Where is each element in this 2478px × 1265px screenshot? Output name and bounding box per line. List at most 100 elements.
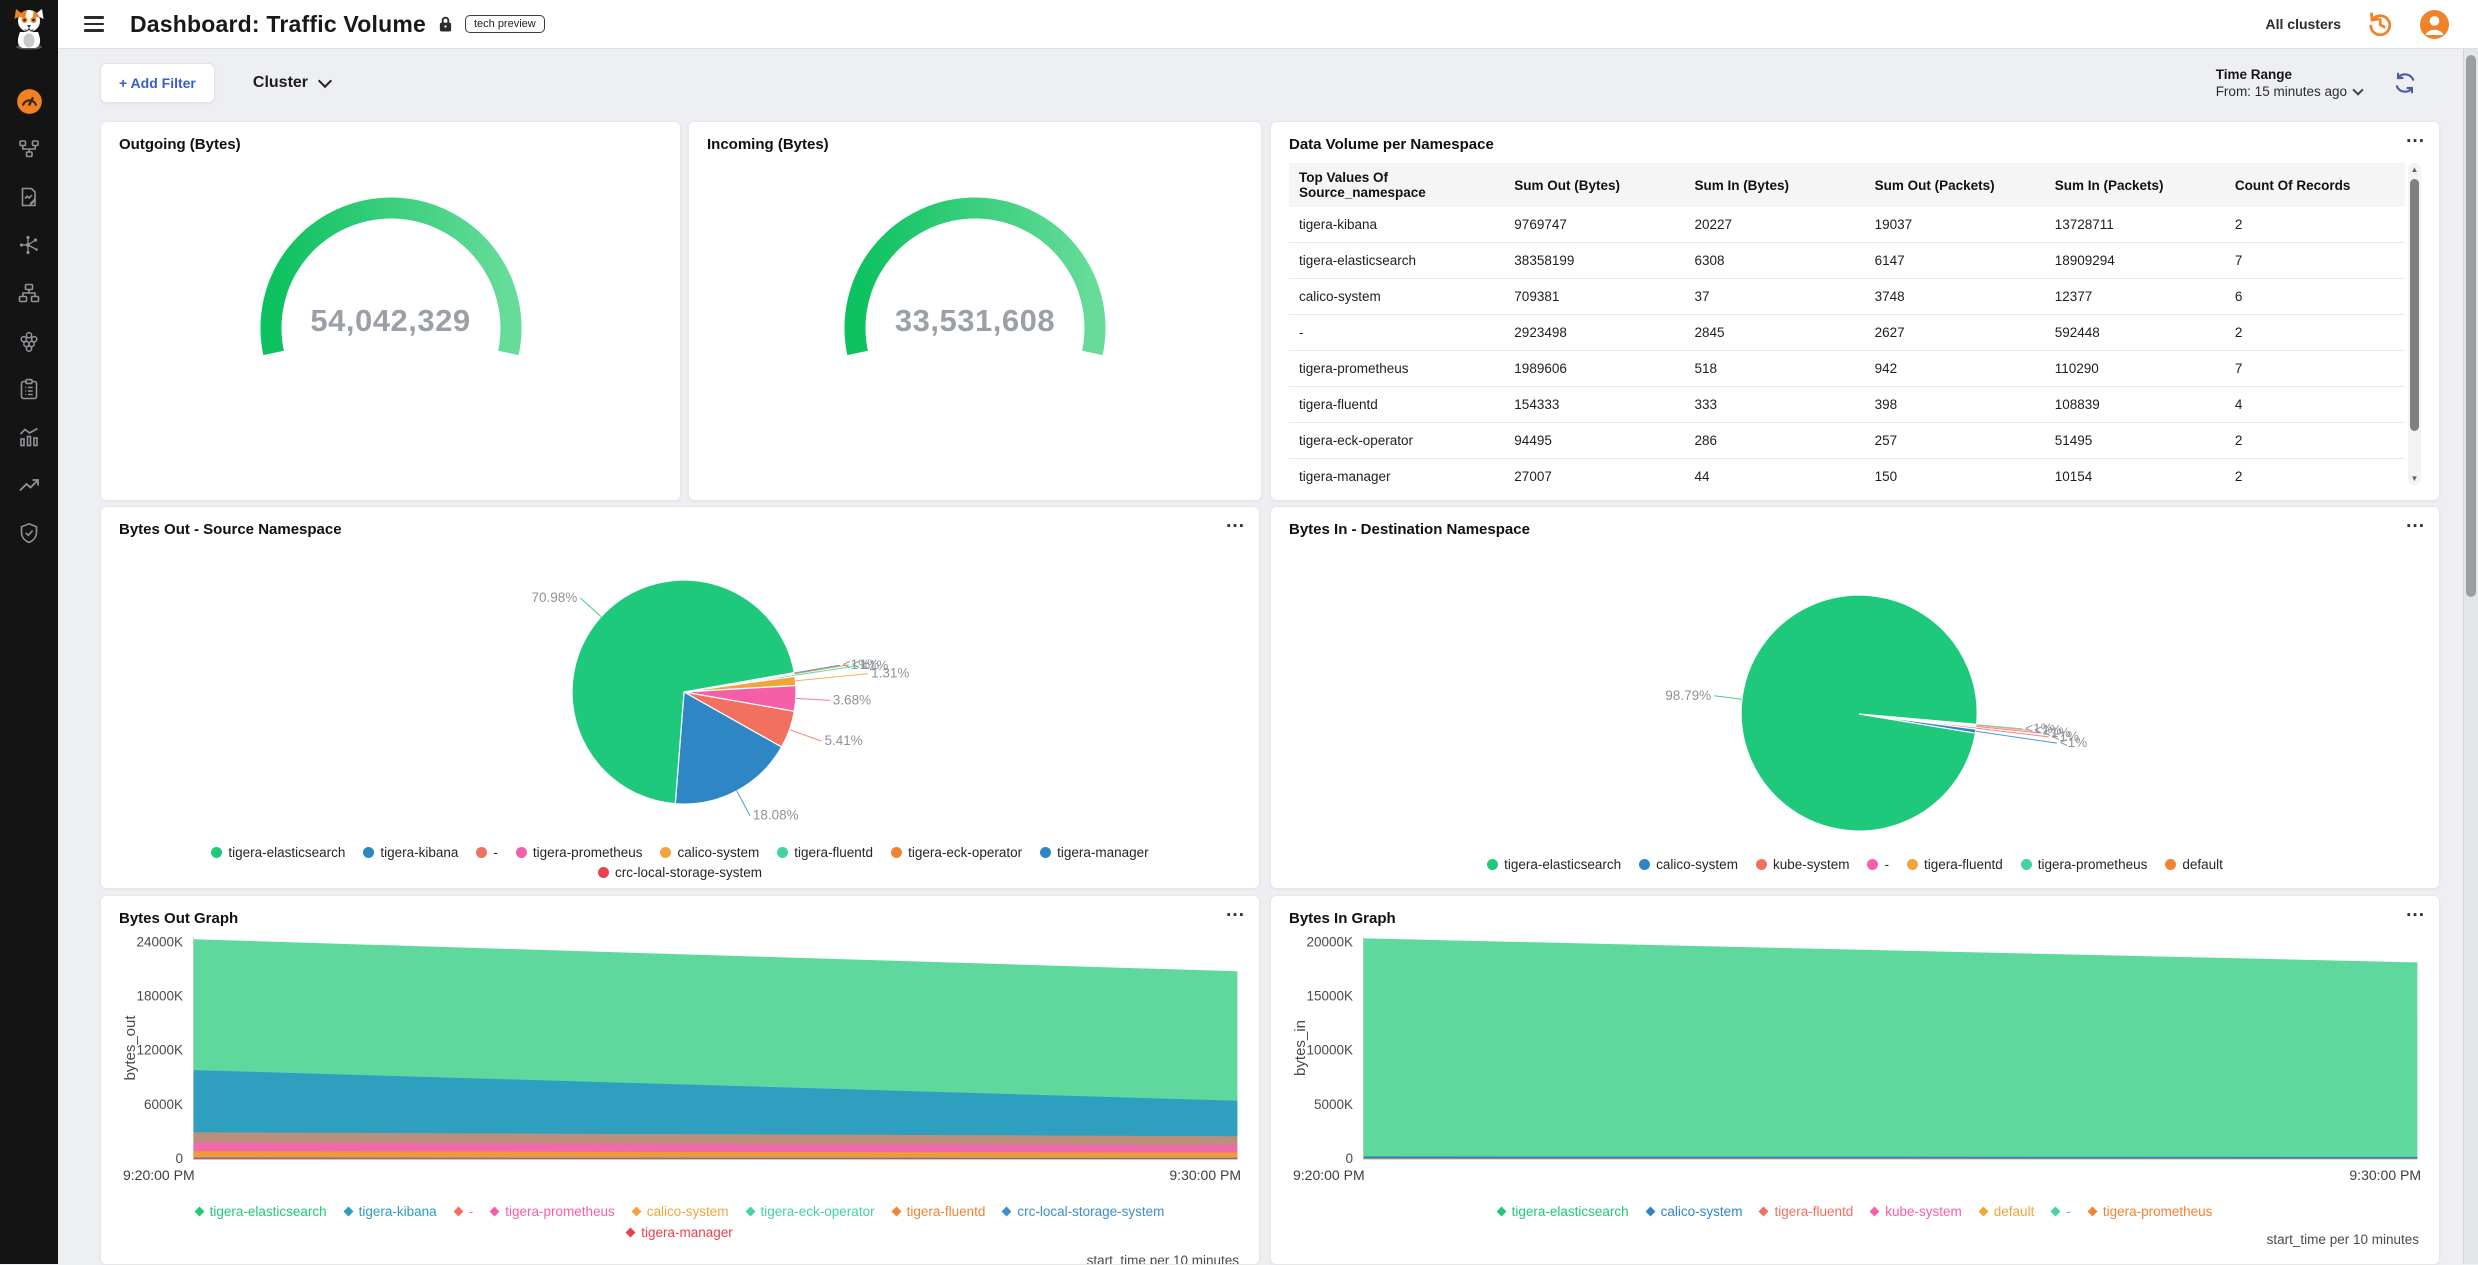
legend-item-calico-system[interactable]: calico-system xyxy=(1639,857,1738,872)
panel-menu-icon[interactable]: ... xyxy=(1226,900,1245,922)
sidebar-item-trend-arrow[interactable] xyxy=(0,461,58,509)
legend-item-tigera-prometheus[interactable]: tigera-prometheus xyxy=(491,1204,615,1219)
panel-menu-icon[interactable]: ... xyxy=(1226,511,1245,533)
sidebar-item-dashboard-gauge[interactable] xyxy=(0,77,58,125)
refresh-icon[interactable] xyxy=(2392,70,2418,96)
table-cell: 108839 xyxy=(2045,387,2225,423)
panel-title: Bytes Out Graph xyxy=(119,910,1241,927)
panel-title: Incoming (Bytes) xyxy=(707,136,1243,153)
legend-item-tigera-fluentd[interactable]: tigera-fluentd xyxy=(1907,857,2003,872)
sidebar-item-service-graph[interactable] xyxy=(0,221,58,269)
pie-slice-tigera-elasticsearch[interactable] xyxy=(1741,595,1977,831)
scroll-up-icon[interactable]: ▲ xyxy=(2408,165,2421,174)
cluster-filter-dropdown[interactable]: Cluster xyxy=(253,74,330,92)
legend-item-tigera-prometheus[interactable]: tigera-prometheus xyxy=(516,845,643,860)
pie-slice-label: 1.31% xyxy=(871,666,909,681)
legend-item-tigera-prometheus[interactable]: tigera-prometheus xyxy=(2021,857,2148,872)
sidebar-item-endpoints-cluster[interactable] xyxy=(0,317,58,365)
legend-item-crc-local-storage-system[interactable]: crc-local-storage-system xyxy=(598,865,762,880)
user-avatar[interactable] xyxy=(2419,9,2450,40)
calico-cat-logo[interactable] xyxy=(10,6,48,55)
cluster-scope-selector[interactable]: All clusters xyxy=(2266,16,2341,32)
legend-item-calico-system[interactable]: calico-system xyxy=(1647,1204,1743,1219)
table-cell: 51495 xyxy=(2045,423,2225,459)
top-header: Dashboard: Traffic Volume tech preview A… xyxy=(58,0,2478,49)
legend-label: - xyxy=(469,1204,474,1219)
table-scrollbar-thumb[interactable] xyxy=(2410,179,2419,431)
sidebar-item-network-hierarchy[interactable] xyxy=(0,269,58,317)
namespace-table: Top Values Of Source_namespaceSum Out (B… xyxy=(1289,163,2421,485)
app-root: Dashboard: Traffic Volume tech preview A… xyxy=(0,0,2478,1264)
incoming-gauge: 33,531,608 xyxy=(707,163,1243,373)
legend-item-crc-local-storage-system[interactable]: crc-local-storage-system xyxy=(1003,1204,1164,1219)
x-tick-label: 9:20:00 PM xyxy=(1293,1167,1365,1183)
panel-title: Data Volume per Namespace xyxy=(1289,136,2421,153)
table-cell: 592448 xyxy=(2045,315,2225,351)
table-row: tigera-fluentd1543333333981088394 xyxy=(1289,387,2405,423)
legend-item--[interactable]: - xyxy=(476,845,498,860)
legend-item-calico-system[interactable]: calico-system xyxy=(633,1204,729,1219)
table-cell: tigera-prometheus xyxy=(1289,351,1504,387)
legend-item-tigera-manager[interactable]: tigera-manager xyxy=(1040,845,1149,860)
sidebar-item-policies-document[interactable] xyxy=(0,173,58,221)
legend-item--[interactable]: - xyxy=(2052,1204,2071,1219)
sidebar-item-compliance-clipboard[interactable] xyxy=(0,365,58,413)
time-range-picker[interactable]: Time Range From: 15 minutes ago xyxy=(2216,67,2362,99)
panel-title: Bytes In - Destination Namespace xyxy=(1289,521,2421,538)
legend-item-kube-system[interactable]: kube-system xyxy=(1756,857,1850,872)
legend-item-calico-system[interactable]: calico-system xyxy=(660,845,759,860)
table-cell: 257 xyxy=(1865,423,2045,459)
legend-dot-icon xyxy=(516,847,527,858)
legend-item-tigera-fluentd[interactable]: tigera-fluentd xyxy=(777,845,873,860)
legend-label: tigera-fluentd xyxy=(1774,1204,1853,1219)
tech-preview-badge: tech preview xyxy=(465,15,545,33)
table-cell: 518 xyxy=(1684,351,1864,387)
legend-diamond-icon xyxy=(343,1207,353,1217)
scroll-down-icon[interactable]: ▼ xyxy=(2408,474,2421,483)
legend-item-tigera-elasticsearch[interactable]: tigera-elasticsearch xyxy=(211,845,345,860)
page-title: Dashboard: Traffic Volume xyxy=(130,11,426,38)
sidebar-item-network-topology[interactable] xyxy=(0,125,58,173)
history-icon[interactable] xyxy=(2365,9,2395,39)
legend-item-tigera-elasticsearch[interactable]: tigera-elasticsearch xyxy=(1487,857,1621,872)
legend-item--[interactable]: - xyxy=(455,1204,474,1219)
table-cell: 37 xyxy=(1684,279,1864,315)
legend-dot-icon xyxy=(476,847,487,858)
table-scrollbar: ▲ ▼ xyxy=(2408,163,2421,485)
legend-item-tigera-prometheus[interactable]: tigera-prometheus xyxy=(2089,1204,2213,1219)
legend-label: tigera-manager xyxy=(1057,845,1149,860)
table-cell: calico-system xyxy=(1289,279,1504,315)
add-filter-button[interactable]: + Add Filter xyxy=(100,63,215,103)
legend-item-tigera-fluentd[interactable]: tigera-fluentd xyxy=(1760,1204,1853,1219)
panel-bytes-in-graph: Bytes In Graph ... 05000K10000K15000K200… xyxy=(1270,895,2440,1265)
panel-menu-icon[interactable]: ... xyxy=(2406,900,2425,922)
legend-diamond-icon xyxy=(1870,1207,1880,1217)
legend-item-tigera-eck-operator[interactable]: tigera-eck-operator xyxy=(747,1204,875,1219)
table-cell: 38358199 xyxy=(1504,243,1684,279)
header-right: All clusters xyxy=(2266,9,2460,40)
x-tick-label: 9:30:00 PM xyxy=(1169,1167,1241,1183)
sidebar-item-activity-stats[interactable] xyxy=(0,413,58,461)
hamburger-menu-icon[interactable] xyxy=(84,16,104,32)
filter-bar: + Add Filter Cluster Time Range From: 15… xyxy=(100,63,2418,103)
legend-item-default[interactable]: default xyxy=(2165,857,2223,872)
legend-dot-icon xyxy=(660,847,671,858)
legend-item-kube-system[interactable]: kube-system xyxy=(1871,1204,1962,1219)
sidebar-item-threat-shield[interactable] xyxy=(0,509,58,557)
table-cell: 154333 xyxy=(1504,387,1684,423)
panel-menu-icon[interactable]: ... xyxy=(2406,126,2425,148)
legend-item-tigera-manager[interactable]: tigera-manager xyxy=(627,1225,733,1240)
table-cell: 13728711 xyxy=(2045,207,2225,243)
page-scrollbar-thumb[interactable] xyxy=(2466,55,2476,597)
legend-item-default[interactable]: default xyxy=(1980,1204,2035,1219)
legend-item-tigera-kibana[interactable]: tigera-kibana xyxy=(345,1204,437,1219)
legend-item-tigera-eck-operator[interactable]: tigera-eck-operator xyxy=(891,845,1022,860)
table-cell: 3748 xyxy=(1865,279,2045,315)
legend-item-tigera-elasticsearch[interactable]: tigera-elasticsearch xyxy=(1498,1204,1629,1219)
legend-item-tigera-elasticsearch[interactable]: tigera-elasticsearch xyxy=(196,1204,327,1219)
table-cell: tigera-kibana xyxy=(1289,207,1504,243)
panel-menu-icon[interactable]: ... xyxy=(2406,511,2425,533)
legend-item--[interactable]: - xyxy=(1867,857,1889,872)
legend-item-tigera-fluentd[interactable]: tigera-fluentd xyxy=(893,1204,986,1219)
legend-item-tigera-kibana[interactable]: tigera-kibana xyxy=(363,845,458,860)
